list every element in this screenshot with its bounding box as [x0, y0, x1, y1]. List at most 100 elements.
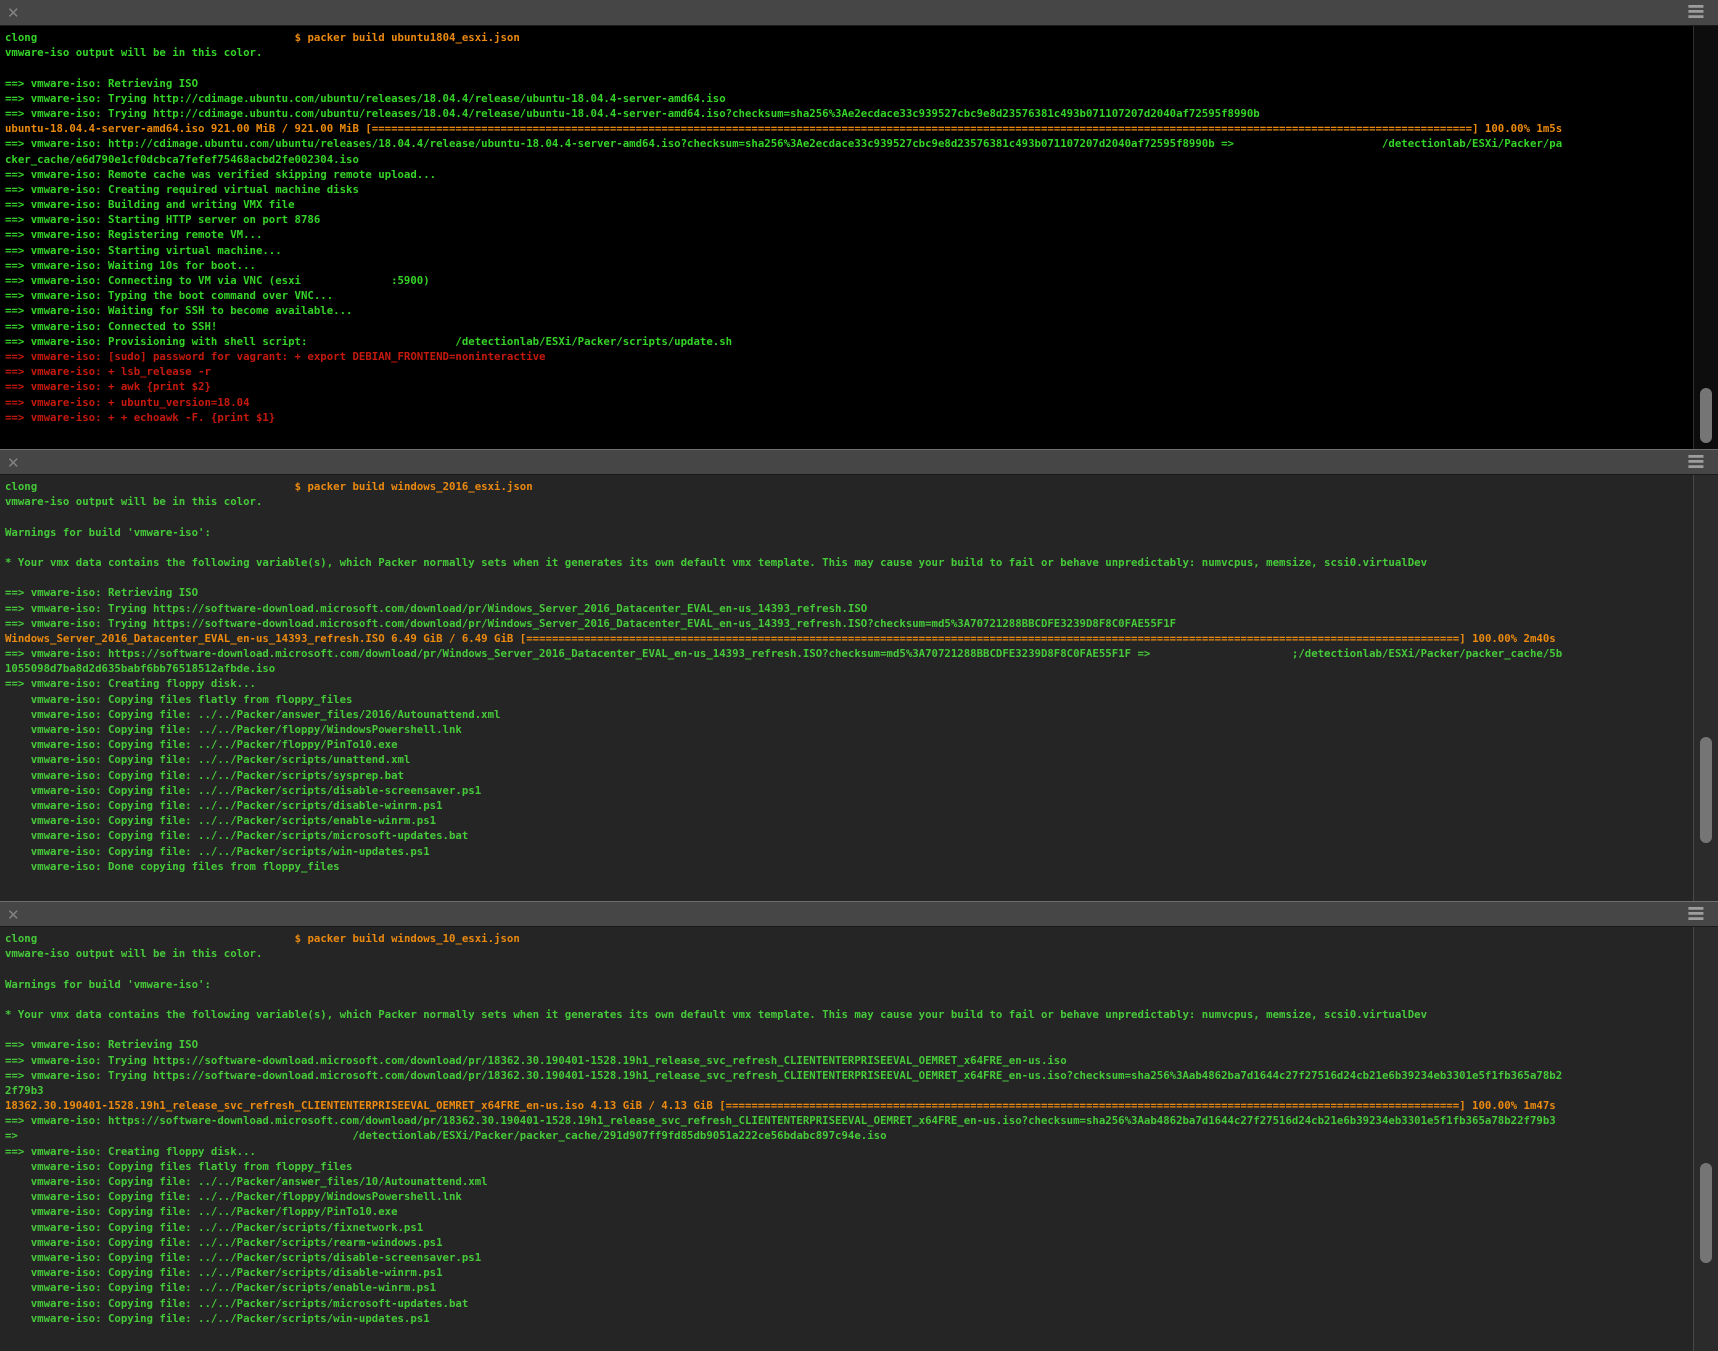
terminal-line: ==> vmware-iso: Connecting to VM via VNC…	[5, 273, 1718, 288]
terminal-line: vmware-iso: Copying file: ../../Packer/s…	[5, 828, 1718, 843]
terminal-line: vmware-iso: Copying file: ../../Packer/s…	[5, 1235, 1718, 1250]
terminal-line: vmware-iso: Copying file: ../../Packer/s…	[5, 813, 1718, 828]
terminal-line: vmware-iso output will be in this color.	[5, 45, 1718, 60]
terminal-line: vmware-iso: Copying files flatly from fl…	[5, 1159, 1718, 1174]
terminal-line: vmware-iso: Copying file: ../../Packer/s…	[5, 798, 1718, 813]
terminal-line: ==> vmware-iso: Connected to SSH!	[5, 319, 1718, 334]
terminal-pane-ubuntu1804: ✕ ≡ clong $ packer build ubuntu1804_esxi…	[0, 0, 1718, 449]
terminal-line: 18362.30.190401-1528.19h1_release_svc_re…	[5, 1098, 1718, 1113]
terminal-line: Warnings for build 'vmware-iso':	[5, 977, 1718, 992]
scrollbar[interactable]	[1693, 26, 1718, 449]
terminal-line: clong $ packer build ubuntu1804_esxi.jso…	[5, 30, 1718, 45]
terminal-line: cker_cache/e6d790e1cf0dcbca7fefef75468ac…	[5, 152, 1718, 167]
terminal-line	[5, 992, 1718, 1007]
terminal-line: ==> vmware-iso: Trying https://software-…	[5, 601, 1718, 616]
terminal-line: ==> vmware-iso: Registering remote VM...	[5, 227, 1718, 242]
terminal-line: vmware-iso: Copying file: ../../Packer/a…	[5, 707, 1718, 722]
terminal-line: ubuntu-18.04.4-server-amd64.iso 921.00 M…	[5, 121, 1718, 136]
terminal-line: clong $ packer build windows_2016_esxi.j…	[5, 479, 1718, 494]
pane-titlebar: ✕ ≡	[0, 449, 1718, 475]
terminal-line: clong $ packer build windows_10_esxi.jso…	[5, 931, 1718, 946]
terminal-line: ==> vmware-iso: [sudo] password for vagr…	[5, 349, 1718, 364]
terminal-line: vmware-iso: Copying file: ../../Packer/s…	[5, 1311, 1718, 1326]
terminal-line: => /detectionlab/ESXi/Packer/packer_cach…	[5, 1128, 1718, 1143]
terminal-line: vmware-iso: Copying file: ../../Packer/f…	[5, 1189, 1718, 1204]
scrollbar-thumb[interactable]	[1700, 737, 1712, 843]
terminal-line: vmware-iso: Done copying files from flop…	[5, 859, 1718, 874]
terminal-line: ==> vmware-iso: Trying https://software-…	[5, 616, 1718, 631]
terminal-line: vmware-iso: Copying file: ../../Packer/s…	[5, 783, 1718, 798]
terminal-line: vmware-iso: Copying file: ../../Packer/s…	[5, 1220, 1718, 1235]
terminal-line: vmware-iso: Copying file: ../../Packer/f…	[5, 1204, 1718, 1219]
terminal-line: Warnings for build 'vmware-iso':	[5, 525, 1718, 540]
terminal-line: ==> vmware-iso: http://cdimage.ubuntu.co…	[5, 136, 1718, 151]
terminal-line: ==> vmware-iso: + lsb_release -r	[5, 364, 1718, 379]
terminal-line: ==> vmware-iso: Creating floppy disk...	[5, 1144, 1718, 1159]
terminal-line: vmware-iso: Copying file: ../../Packer/s…	[5, 768, 1718, 783]
terminal-line: ==> vmware-iso: Building and writing VMX…	[5, 197, 1718, 212]
terminal-line: vmware-iso: Copying file: ../../Packer/s…	[5, 844, 1718, 859]
terminal-line: ==> vmware-iso: Creating required virtua…	[5, 182, 1718, 197]
terminal-window: ✕ ≡ clong $ packer build ubuntu1804_esxi…	[0, 0, 1718, 1351]
scrollbar-thumb[interactable]	[1700, 1163, 1712, 1263]
pane-titlebar: ✕ ≡	[0, 901, 1718, 927]
pane-titlebar: ✕ ≡	[0, 0, 1718, 26]
terminal-line: ==> vmware-iso: + + echoawk -F. {print $…	[5, 410, 1718, 425]
terminal-line: 2f79b3	[5, 1083, 1718, 1098]
terminal-line: ==> vmware-iso: Trying https://software-…	[5, 1068, 1718, 1083]
menu-icon[interactable]: ≡	[1686, 448, 1706, 474]
terminal-line: ==> vmware-iso: Waiting 10s for boot...	[5, 258, 1718, 273]
scrollbar[interactable]	[1693, 927, 1718, 1351]
terminal-line: ==> vmware-iso: Provisioning with shell …	[5, 334, 1718, 349]
terminal-line: ==> vmware-iso: Waiting for SSH to becom…	[5, 303, 1718, 318]
terminal-output[interactable]: clong $ packer build ubuntu1804_esxi.jso…	[0, 26, 1718, 449]
terminal-line: vmware-iso: Copying file: ../../Packer/s…	[5, 752, 1718, 767]
terminal-line: ==> vmware-iso: + ubuntu_version=18.04	[5, 395, 1718, 410]
menu-icon[interactable]: ≡	[1686, 0, 1706, 24]
terminal-line: vmware-iso output will be in this color.	[5, 494, 1718, 509]
terminal-line: ==> vmware-iso: Retrieving ISO	[5, 1037, 1718, 1052]
terminal-line	[5, 60, 1718, 75]
terminal-line	[5, 540, 1718, 555]
terminal-line: ==> vmware-iso: Starting HTTP server on …	[5, 212, 1718, 227]
terminal-line	[5, 1022, 1718, 1037]
terminal-pane-windows10: ✕ ≡ clong $ packer build windows_10_esxi…	[0, 901, 1718, 1351]
terminal-line: vmware-iso: Copying file: ../../Packer/f…	[5, 722, 1718, 737]
close-icon[interactable]: ✕	[7, 903, 20, 927]
terminal-output[interactable]: clong $ packer build windows_10_esxi.jso…	[0, 927, 1718, 1351]
terminal-line: ==> vmware-iso: Starting virtual machine…	[5, 243, 1718, 258]
terminal-line: ==> vmware-iso: https://software-downloa…	[5, 1113, 1718, 1128]
terminal-line: ==> vmware-iso: + awk {print $2}	[5, 379, 1718, 394]
menu-icon[interactable]: ≡	[1686, 900, 1706, 926]
terminal-line: ==> vmware-iso: Trying http://cdimage.ub…	[5, 106, 1718, 121]
terminal-line: 1055098d7ba8d2d635babf6bb76518512afbde.i…	[5, 661, 1718, 676]
terminal-line: ==> vmware-iso: Retrieving ISO	[5, 585, 1718, 600]
terminal-line: ==> vmware-iso: Creating floppy disk...	[5, 676, 1718, 691]
terminal-line: ==> vmware-iso: Trying http://cdimage.ub…	[5, 91, 1718, 106]
terminal-line: * Your vmx data contains the following v…	[5, 555, 1718, 570]
terminal-line: ==> vmware-iso: Typing the boot command …	[5, 288, 1718, 303]
terminal-line: ==> vmware-iso: Remote cache was verifie…	[5, 167, 1718, 182]
terminal-line: vmware-iso: Copying files flatly from fl…	[5, 692, 1718, 707]
terminal-line: vmware-iso: Copying file: ../../Packer/s…	[5, 1265, 1718, 1280]
terminal-line: vmware-iso output will be in this color.	[5, 946, 1718, 961]
terminal-output[interactable]: clong $ packer build windows_2016_esxi.j…	[0, 475, 1718, 901]
terminal-line	[5, 961, 1718, 976]
terminal-line: ==> vmware-iso: Retrieving ISO	[5, 76, 1718, 91]
close-icon[interactable]: ✕	[7, 1, 20, 25]
terminal-line: vmware-iso: Copying file: ../../Packer/s…	[5, 1296, 1718, 1311]
terminal-line: vmware-iso: Copying file: ../../Packer/s…	[5, 1250, 1718, 1265]
terminal-line: ==> vmware-iso: https://software-downloa…	[5, 646, 1718, 661]
terminal-line: vmware-iso: Copying file: ../../Packer/f…	[5, 737, 1718, 752]
terminal-line: vmware-iso: Copying file: ../../Packer/a…	[5, 1174, 1718, 1189]
terminal-line: ==> vmware-iso: Trying https://software-…	[5, 1053, 1718, 1068]
terminal-pane-windows2016: ✕ ≡ clong $ packer build windows_2016_es…	[0, 449, 1718, 901]
scrollbar-thumb[interactable]	[1700, 388, 1712, 443]
terminal-line	[5, 509, 1718, 524]
terminal-line: vmware-iso: Copying file: ../../Packer/s…	[5, 1280, 1718, 1295]
terminal-line: Windows_Server_2016_Datacenter_EVAL_en-u…	[5, 631, 1718, 646]
close-icon[interactable]: ✕	[7, 451, 20, 475]
terminal-line: * Your vmx data contains the following v…	[5, 1007, 1718, 1022]
terminal-line	[5, 570, 1718, 585]
scrollbar[interactable]	[1693, 475, 1718, 901]
